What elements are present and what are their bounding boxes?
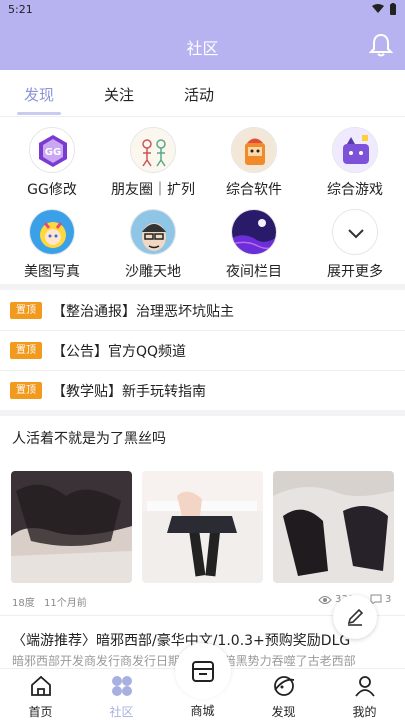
eye-icon: [318, 595, 332, 604]
bell-icon[interactable]: [369, 32, 393, 58]
pinned-title: 【公告】官方QQ频道: [52, 344, 187, 360]
category-software[interactable]: 综合软件: [204, 127, 304, 199]
category-label: 夜间栏目: [226, 264, 282, 280]
svg-text:GG: GG: [45, 147, 61, 158]
pinned-title: 【整治通报】治理恶坏坑贴主: [52, 304, 234, 320]
tab-bar: 发现 关注 活动: [0, 70, 405, 116]
category-label: 朋友圈｜扩列: [111, 182, 195, 198]
battery-icon: [390, 3, 396, 15]
sketch-people-icon: [130, 127, 176, 173]
home-icon: [30, 675, 51, 696]
nav-label: 首页: [28, 705, 53, 719]
tab-follow[interactable]: 关注: [104, 84, 134, 105]
category-games[interactable]: 综合游戏: [305, 127, 405, 199]
post-comments: 3: [370, 594, 391, 605]
compose-button[interactable]: [333, 595, 377, 639]
category-memes[interactable]: 沙雕天地: [103, 209, 203, 281]
cartoon-avatar-icon: [231, 127, 277, 173]
category-label: 沙雕天地: [125, 264, 181, 280]
post-author-level: 18度: [12, 598, 35, 609]
post-image[interactable]: [273, 471, 394, 583]
pinned-badge: 置顶: [10, 342, 42, 359]
nav-label: 社区: [109, 705, 134, 719]
pinned-post[interactable]: 置顶 【公告】官方QQ频道: [0, 331, 405, 370]
post-title[interactable]: 人活着不就是为了黑丝吗: [12, 428, 166, 448]
category-label: GG修改: [27, 182, 77, 198]
category-label: 综合游戏: [327, 182, 383, 198]
post-comments-count: 3: [385, 594, 392, 605]
discover-icon: [273, 676, 294, 696]
meme-face-icon: [130, 209, 176, 255]
post-image[interactable]: [142, 471, 263, 583]
nav-shop[interactable]: [175, 643, 231, 699]
post-time: 11个月前: [44, 598, 87, 609]
bottom-nav: 首页 社区 商城 发现 我的: [0, 643, 405, 721]
nav-community[interactable]: 社区: [81, 674, 162, 720]
app-header: 社区: [0, 20, 405, 70]
gg-logo-icon: GG: [29, 127, 75, 173]
anime-girl-icon: [29, 209, 75, 255]
page-title: 社区: [186, 39, 219, 58]
category-night[interactable]: 夜间栏目: [204, 209, 304, 281]
nav-profile[interactable]: 我的: [324, 674, 405, 720]
section-divider: [0, 284, 405, 290]
nav-discover[interactable]: 发现: [243, 674, 324, 720]
category-expand-more[interactable]: 展开更多: [305, 209, 405, 281]
nav-home[interactable]: 首页: [0, 674, 81, 720]
wifi-icon: [372, 4, 384, 13]
post-image[interactable]: [11, 471, 132, 583]
status-bar: 5:21: [0, 0, 405, 20]
pinned-post[interactable]: 置顶 【教学贴】新手玩转指南: [0, 371, 405, 410]
night-sky-icon: [231, 209, 277, 255]
category-label: 综合软件: [226, 182, 282, 198]
chevron-down-icon: [332, 209, 378, 255]
tab-discover[interactable]: 发现: [24, 84, 54, 105]
tab-activity[interactable]: 活动: [184, 84, 214, 105]
category-gg[interactable]: GG GG修改: [2, 127, 102, 199]
pinned-post[interactable]: 置顶 【整治通报】治理恶坏坑贴主: [0, 291, 405, 330]
status-time: 5:21: [8, 3, 33, 16]
profile-icon: [354, 676, 375, 697]
pinned-title: 【教学贴】新手玩转指南: [52, 384, 206, 400]
pinned-badge: 置顶: [10, 302, 42, 319]
category-label: 展开更多: [327, 264, 383, 280]
section-divider: [0, 410, 405, 416]
nav-label: 商城: [190, 704, 215, 718]
shop-icon: [192, 661, 214, 682]
game-character-icon: [332, 127, 378, 173]
divider: [0, 116, 405, 117]
nav-label: 我的: [352, 705, 377, 719]
category-photos[interactable]: 美图写真: [2, 209, 102, 281]
pinned-badge: 置顶: [10, 382, 42, 399]
category-label: 美图写真: [24, 264, 80, 280]
post-title[interactable]: 〈端游推荐〉暗邪西部/豪华中文/1.0.3+预购奖励DLG: [12, 630, 350, 650]
pencil-icon: [347, 608, 364, 626]
tab-indicator: [17, 112, 61, 115]
category-friends[interactable]: 朋友圈｜扩列: [103, 127, 203, 199]
nav-label: 发现: [271, 705, 296, 719]
community-icon: [111, 676, 132, 696]
